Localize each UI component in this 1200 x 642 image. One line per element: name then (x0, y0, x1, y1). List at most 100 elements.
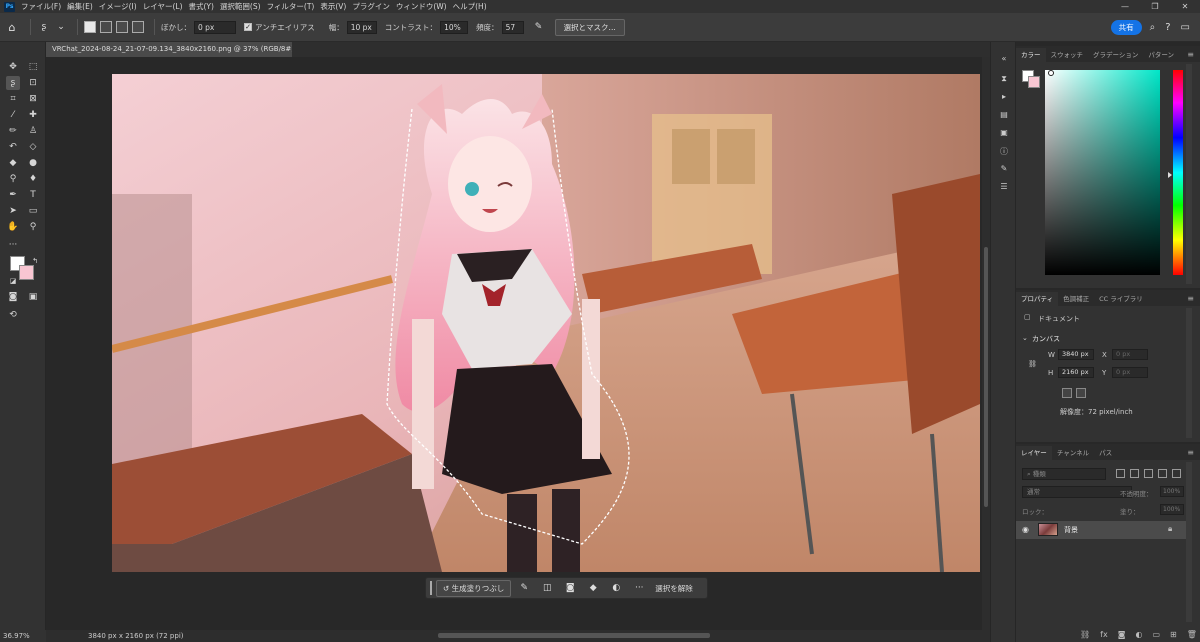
history-icon[interactable]: ⧗ (998, 74, 1010, 86)
properties-panel-scrollbar[interactable] (1186, 308, 1192, 438)
healing-brush-icon[interactable]: ✚ (26, 108, 40, 122)
filter-shape-icon[interactable] (1158, 469, 1167, 478)
eye-icon[interactable]: ◉ (1022, 525, 1029, 534)
move-tool-icon[interactable]: ✥ (6, 60, 20, 74)
tab-gradients[interactable]: グラデーション (1088, 48, 1143, 62)
magnetic-lasso-icon[interactable]: ʂ (37, 20, 51, 34)
comments-icon[interactable]: ▤ (998, 110, 1010, 122)
select-and-mask-button[interactable]: 選択とマスク... (554, 18, 625, 36)
crop-tool-icon[interactable]: ⌗ (6, 92, 20, 106)
hue-slider-marker[interactable] (1168, 172, 1172, 178)
layer-comps-icon[interactable]: ▣ (998, 128, 1010, 140)
intersect-selection-icon[interactable] (132, 21, 144, 33)
menu-window[interactable]: ウィンドウ(W) (396, 1, 447, 12)
panel-menu-icon[interactable]: ≡ (1187, 446, 1200, 460)
extras-icon[interactable]: ⟲ (6, 308, 20, 322)
panel-menu-icon[interactable]: ≡ (1187, 48, 1200, 62)
tab-layers[interactable]: レイヤー (1016, 446, 1052, 460)
color-picker-marker[interactable] (1048, 70, 1054, 76)
blur-tool-icon[interactable]: ● (26, 156, 40, 170)
frame-tool-icon[interactable]: ⊠ (26, 92, 40, 106)
rectangle-tool-icon[interactable]: ▭ (26, 204, 40, 218)
fill-input[interactable]: 100% (1160, 504, 1184, 515)
tab-paths[interactable]: パス (1094, 446, 1117, 460)
hue-slider[interactable] (1173, 70, 1183, 275)
feather-input[interactable]: 0 px (194, 20, 236, 34)
info-icon[interactable]: ⓘ (998, 146, 1010, 158)
chevron-down-icon[interactable]: ⌄ (54, 20, 68, 34)
clone-stamp-icon[interactable]: ♙ (26, 124, 40, 138)
layer-style-icon[interactable]: fx (1100, 630, 1108, 639)
type-tool-icon[interactable]: T (26, 188, 40, 202)
history-brush-icon[interactable]: ↶ (6, 140, 20, 154)
more-options-icon[interactable]: ··· (632, 583, 646, 593)
zoom-tool-icon[interactable]: ⚲ (26, 220, 40, 234)
new-group-icon[interactable]: ▭ (1152, 630, 1160, 639)
more-tools-icon[interactable]: ··· (6, 238, 20, 252)
collapse-panels-icon[interactable]: « (998, 54, 1010, 66)
link-icon[interactable]: ⛓ (1028, 360, 1037, 368)
tab-channels[interactable]: チャンネル (1052, 446, 1094, 460)
workspace-icon[interactable]: ▭ (1181, 22, 1190, 33)
menu-select[interactable]: 選択範囲(S) (220, 1, 261, 12)
filter-adjustment-icon[interactable] (1130, 469, 1139, 478)
brush-tool-icon[interactable]: ✏ (6, 124, 20, 138)
create-mask-icon[interactable]: ◙ (563, 583, 577, 593)
chevron-down-icon[interactable]: ⌄ (1022, 334, 1028, 342)
screen-mode-icon[interactable]: ▣ (26, 290, 40, 304)
layer-name[interactable]: 背景 (1064, 525, 1078, 535)
new-selection-icon[interactable] (84, 21, 96, 33)
filter-smart-object-icon[interactable] (1172, 469, 1181, 478)
swap-colors-icon[interactable]: ↰ (28, 254, 42, 268)
document-tab[interactable]: VRChat_2024-08-24_21-07-09.134_3840x2160… (46, 42, 314, 57)
taskbar-grip[interactable] (430, 581, 432, 595)
vertical-scrollbar[interactable] (982, 57, 990, 630)
layers-panel-scrollbar[interactable] (1186, 462, 1192, 622)
close-window-button[interactable]: ✕ (1170, 2, 1200, 11)
menu-filter[interactable]: フィルター(T) (267, 1, 315, 12)
dodge-tool-icon[interactable]: ⚲ (6, 172, 20, 186)
path-select-icon[interactable]: ➤ (6, 204, 20, 218)
width-input[interactable]: 10 px (346, 20, 377, 34)
new-layer-icon[interactable]: ⊞ (1170, 630, 1177, 639)
tab-properties[interactable]: プロパティ (1016, 292, 1059, 306)
antialias-checkbox[interactable]: ✓ (244, 23, 252, 31)
paint-bucket-icon[interactable]: ◆ (6, 156, 20, 170)
restore-button[interactable]: ❐ (1140, 2, 1170, 11)
minimize-button[interactable]: — (1110, 2, 1140, 11)
menu-plugins[interactable]: プラグイン (352, 1, 390, 12)
pen-tool-icon[interactable]: ✒ (6, 188, 20, 202)
quick-mask-icon[interactable]: ◙ (6, 290, 20, 304)
canvas-y-input[interactable]: 0 px (1112, 367, 1148, 378)
lasso-tool-icon[interactable]: ʂ (6, 76, 20, 90)
link-layers-icon[interactable]: ⛓ (1080, 630, 1090, 639)
actions-icon[interactable]: ▸ (998, 92, 1010, 104)
pen-pressure-icon[interactable]: ✎ (532, 20, 546, 34)
canvas-width-input[interactable]: 3840 px (1058, 349, 1094, 360)
menu-image[interactable]: イメージ(I) (99, 1, 137, 12)
menu-type[interactable]: 書式(Y) (189, 1, 214, 12)
document-image[interactable] (112, 74, 980, 572)
adjustment-layer-icon[interactable]: ◐ (609, 583, 623, 593)
tab-cc-libraries[interactable]: CC ライブラリ (1094, 292, 1148, 306)
search-icon[interactable]: ⌕ (1150, 22, 1156, 33)
modify-selection-icon[interactable]: ✎ (517, 583, 531, 593)
fill-selection-icon[interactable]: ◆ (586, 583, 600, 593)
tab-swatches[interactable]: スウォッチ (1046, 48, 1089, 62)
portrait-icon[interactable] (1062, 388, 1072, 398)
object-select-tool-icon[interactable]: ⊡ (26, 76, 40, 90)
home-icon[interactable]: ⌂ (0, 21, 24, 34)
eyedropper-tool-icon[interactable]: ⁄ (6, 108, 20, 122)
layer-row[interactable]: ◉ 背景 🔒︎ (1016, 521, 1186, 539)
layer-filter-search[interactable]: ⌕ 種類 (1022, 468, 1106, 480)
delete-layer-icon[interactable]: 🗑︎ (1187, 630, 1197, 639)
tab-patterns[interactable]: パターン (1143, 48, 1179, 62)
hand-tool-icon[interactable]: ✋ (6, 220, 20, 234)
canvas-area[interactable] (46, 57, 990, 630)
sponge-tool-icon[interactable]: ♦ (26, 172, 40, 186)
brush-settings-icon[interactable]: ✎ (998, 164, 1010, 176)
add-mask-icon[interactable]: ◙ (1118, 630, 1126, 639)
menu-edit[interactable]: 編集(E) (67, 1, 93, 12)
help-icon[interactable]: ? (1165, 22, 1170, 33)
filter-pixel-icon[interactable] (1116, 469, 1125, 478)
